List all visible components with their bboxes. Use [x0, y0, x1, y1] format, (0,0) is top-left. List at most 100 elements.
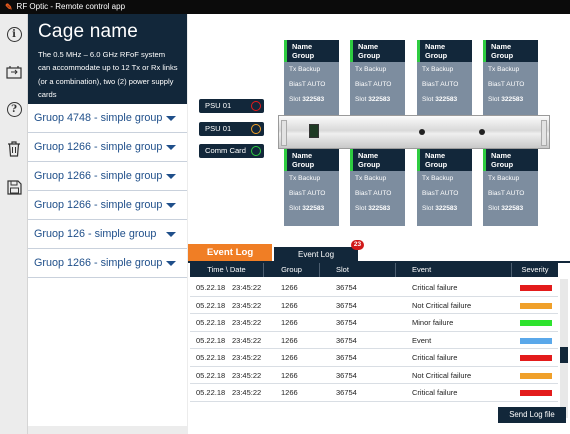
row-slot: 36754 — [336, 318, 357, 327]
row-group: 1266 — [281, 283, 298, 292]
group-label: Gruop 126 - simple group — [34, 228, 157, 240]
severity-indicator — [520, 337, 552, 344]
row-date: 05.22.18 — [196, 300, 226, 310]
group-label: Gruop 1266 - simple group — [34, 199, 163, 211]
row-time: 23:45:22 — [232, 283, 262, 292]
comm-card-button[interactable]: Comm Card — [199, 144, 264, 158]
group-item[interactable]: Gruop 1266 - simple group — [28, 249, 187, 278]
table-row[interactable]: 05.22.18 23:45:22 1266 36754 Minor failure — [190, 314, 558, 332]
group-item[interactable]: Gruop 4748 - simple group — [28, 104, 187, 133]
slot-card[interactable]: Name Group Tx Backup BiasT AUTO Slot 3225… — [350, 40, 405, 117]
card-slot: Slot 322583 — [284, 201, 339, 216]
card-slot-number: 322583 — [302, 96, 325, 103]
slot-card[interactable]: Name Group Tx Backup BiasT AUTO Slot 3225… — [417, 149, 472, 226]
chevron-down-icon[interactable] — [166, 260, 176, 266]
card-slot-number: 322583 — [501, 205, 524, 212]
card-slot-number: 322583 — [435, 205, 458, 212]
slot-card[interactable]: Name Group Tx Backup BiasT AUTO Slot 3225… — [417, 40, 472, 117]
send-log-button[interactable]: Send Log file — [498, 407, 566, 423]
table-row[interactable]: 05.22.18 23:45:22 1266 36754 Critical failur… — [190, 279, 558, 297]
save-icon[interactable] — [5, 178, 23, 196]
slot-card[interactable]: Name Group Tx Backup BiasT AUTO Slot 3225… — [350, 149, 405, 226]
column-header-severity[interactable]: Severity — [512, 263, 558, 277]
table-row[interactable]: 05.22.18 23:45:22 1266 36754 Critical failur… — [190, 349, 558, 367]
column-header-event[interactable]: Event — [396, 263, 512, 277]
comm-card-label: Comm Card — [205, 146, 246, 155]
card-header: Name Group — [284, 40, 339, 62]
card-slot: Slot 322583 — [483, 92, 538, 107]
card-header: Name Group — [350, 40, 405, 62]
row-group: 1266 — [281, 300, 298, 310]
switch-icon[interactable] — [5, 63, 23, 81]
card-slot-label: Slot — [355, 96, 367, 103]
card-bias: BiasT AUTO — [422, 190, 459, 197]
slot-card[interactable]: Name Group Tx Backup BiasT AUTO Slot 3225… — [483, 40, 538, 117]
tab-event-log[interactable]: Event Log — [188, 244, 272, 262]
card-slot-number: 322583 — [368, 205, 391, 212]
row-time: 23:45:22 — [232, 370, 262, 380]
card-group: Group — [358, 51, 381, 60]
chevron-down-icon[interactable] — [166, 202, 176, 208]
card-header: Name Group — [483, 149, 538, 171]
info-icon-glyph: i — [6, 26, 22, 42]
table-row[interactable]: 05.22.18 23:45:22 1266 36754 Critical failur… — [190, 384, 558, 402]
severity-indicator — [520, 372, 552, 379]
tab-event-log-secondary[interactable]: Event Log — [274, 247, 358, 262]
device-view: Name Group Tx Backup BiasT AUTO Slot 3225… — [188, 14, 570, 244]
psu-button[interactable]: PSU 01 — [199, 99, 264, 113]
card-slot: Slot 322583 — [284, 92, 339, 107]
card-header: Name Group — [483, 40, 538, 62]
group-list: Gruop 4748 - simple group Gruop 1266 - s… — [28, 104, 187, 278]
severity-indicator — [520, 302, 552, 309]
group-item[interactable]: Gruop 1266 - simple group — [28, 133, 187, 162]
column-header-time[interactable]: Time \ Date — [190, 263, 264, 277]
card-group: Group — [292, 51, 315, 60]
group-item[interactable]: Gruop 1266 - simple group — [28, 191, 187, 220]
chevron-down-icon[interactable] — [166, 144, 176, 150]
chevron-down-icon[interactable] — [166, 173, 176, 179]
card-header: Name Group — [284, 149, 339, 171]
chassis-knob — [419, 129, 425, 135]
group-label: Gruop 1266 - simple group — [34, 257, 163, 269]
row-slot: 36754 — [336, 300, 357, 310]
log-table-body: 05.22.18 23:45:22 1266 36754 Critical failur… — [190, 279, 558, 402]
group-item[interactable]: Gruop 1266 - simple group — [28, 162, 187, 191]
chassis-image — [278, 115, 550, 149]
trash-icon[interactable] — [5, 140, 23, 158]
chassis-module — [309, 124, 319, 138]
chevron-down-icon[interactable] — [166, 115, 176, 121]
psu-button[interactable]: PSU 01 — [199, 122, 264, 136]
column-header-slot[interactable]: Slot — [320, 263, 396, 277]
row-time: 23:45:22 — [232, 300, 262, 310]
left-toolbar: i ? — [0, 14, 28, 434]
row-time: 23:45:22 — [232, 353, 262, 362]
card-slot-label: Slot — [488, 205, 500, 212]
severity-indicator — [520, 285, 552, 291]
card-group: Group — [425, 51, 448, 60]
card-slot-label: Slot — [422, 96, 434, 103]
card-mode: Tx Backup — [289, 175, 321, 182]
status-led-icon — [251, 124, 261, 134]
info-icon[interactable]: i — [5, 25, 23, 43]
group-item[interactable]: Gruop 126 - simple group — [28, 220, 187, 249]
card-name: Name — [292, 151, 313, 160]
chevron-down-icon[interactable] — [166, 231, 176, 237]
title-bar: ✎ RF Optic - Remote control app — [0, 0, 570, 14]
card-bias: BiasT AUTO — [289, 81, 326, 88]
log-scrollbar[interactable] — [560, 279, 568, 418]
table-row[interactable]: 05.22.18 23:45:22 1266 36754 Not Critical fa… — [190, 367, 558, 384]
card-group: Group — [292, 160, 315, 169]
card-slot: Slot 322583 — [417, 92, 472, 107]
slot-card[interactable]: Name Group Tx Backup BiasT AUTO Slot 3225… — [483, 149, 538, 226]
slot-card[interactable]: Name Group Tx Backup BiasT AUTO Slot 3225… — [284, 40, 339, 117]
column-header-group[interactable]: Group — [264, 263, 320, 277]
group-label: Gruop 4748 - simple group — [34, 112, 163, 124]
card-header: Name Group — [417, 149, 472, 171]
card-name: Name — [292, 42, 313, 51]
help-icon[interactable]: ? — [5, 100, 23, 118]
table-row[interactable]: 05.22.18 23:45:22 1266 36754 Event — [190, 332, 558, 349]
table-row[interactable]: 05.22.18 23:45:22 1266 36754 Not Critical fa… — [190, 297, 558, 314]
slot-card[interactable]: Name Group Tx Backup BiasT AUTO Slot 3225… — [284, 149, 339, 226]
row-group: 1266 — [281, 353, 298, 362]
scrollbar-thumb[interactable] — [560, 347, 568, 363]
